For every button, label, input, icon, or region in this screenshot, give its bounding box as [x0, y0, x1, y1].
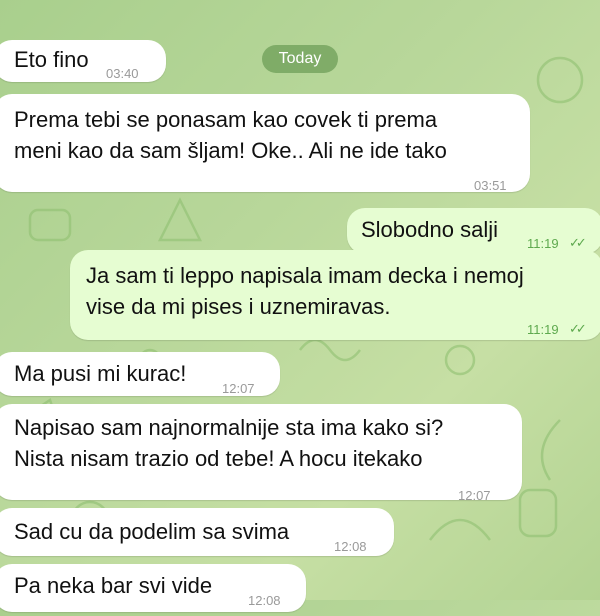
message-text: Ma pusi mi kurac!: [14, 361, 187, 386]
message-text: Ja sam ti leppo napisala imam decka i ne…: [86, 263, 524, 319]
message-text: Napisao sam najnormalnije sta ima kako s…: [14, 415, 444, 471]
message-text: Eto fino: [14, 47, 89, 72]
message-time: 12:08: [248, 593, 281, 608]
message-text: Slobodno salji: [361, 217, 498, 242]
message-bubble[interactable]: Ma pusi mi kurac! 12:07: [0, 352, 280, 396]
message-bubble[interactable]: Sad cu da podelim sa svima 12:08: [0, 508, 394, 556]
message-bubble[interactable]: Ja sam ti leppo napisala imam decka i ne…: [70, 250, 600, 340]
message-time: 12:08: [334, 539, 367, 554]
message-bubble[interactable]: Napisao sam najnormalnije sta ima kako s…: [0, 404, 522, 503]
message-bubble[interactable]: Pa neka bar svi vide 12:08: [0, 564, 306, 612]
message-time: 12:07: [222, 381, 255, 396]
double-check-icon: ✓✓: [569, 321, 587, 336]
message-time: 11:19: [527, 322, 559, 337]
message-time: 03:40: [106, 66, 139, 81]
message-text: Prema tebi se ponasam kao covek ti prema…: [14, 107, 447, 163]
message-text: Sad cu da podelim sa svima: [14, 519, 290, 544]
message-bubble[interactable]: Prema tebi se ponasam kao covek ti prema…: [0, 94, 530, 193]
message-bubble[interactable]: Slobodno salji 11:19 ✓✓: [347, 208, 600, 254]
message-time: 12:07: [458, 488, 491, 503]
date-divider: Today: [262, 45, 338, 73]
message-bubble[interactable]: Eto fino 03:40: [0, 40, 166, 82]
message-time: 03:51: [474, 178, 507, 193]
message-text: Pa neka bar svi vide: [14, 573, 213, 598]
